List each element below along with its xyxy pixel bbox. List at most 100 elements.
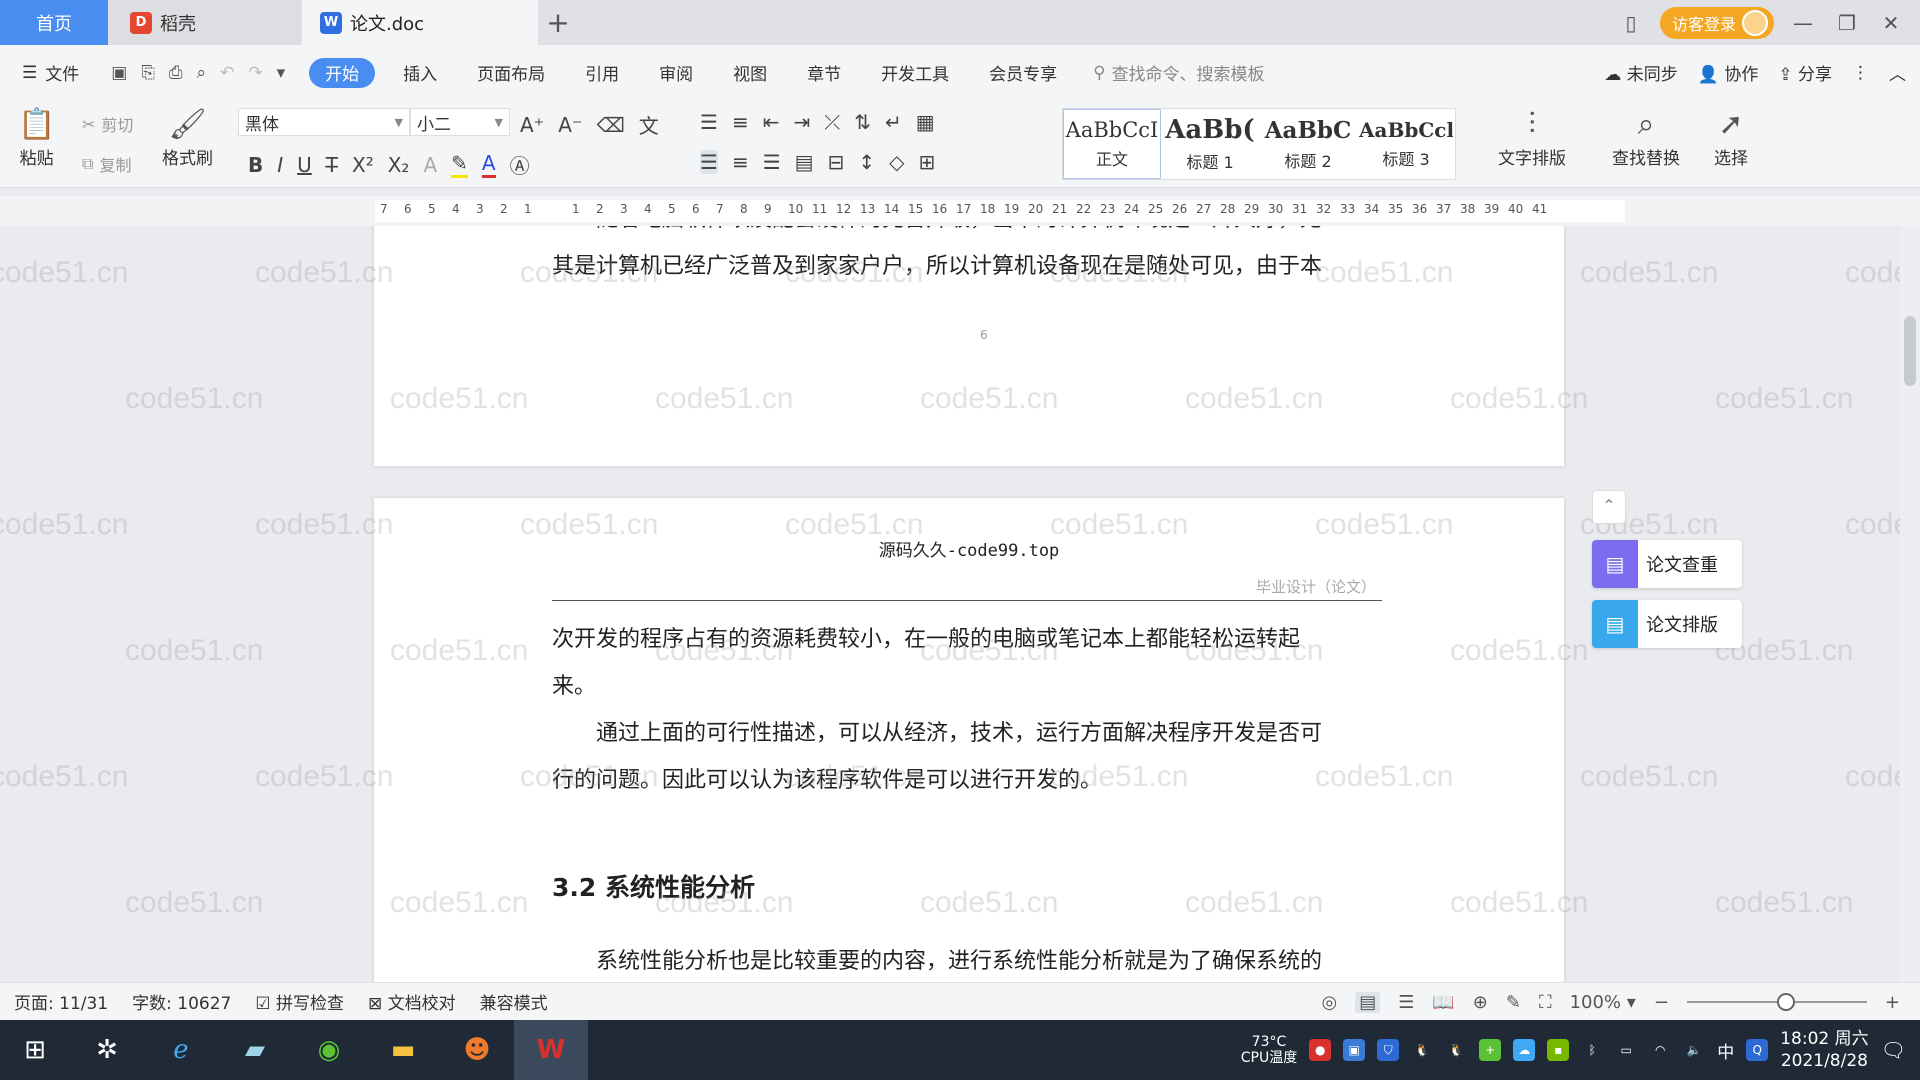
bluetooth-icon[interactable]: ᛒ [1581,1039,1603,1061]
underline-icon[interactable]: U [297,153,312,177]
read-view-icon[interactable]: 📖 [1432,992,1454,1013]
decrease-font-icon[interactable]: A⁻ [558,113,582,137]
bullet-list-icon[interactable]: ☰ [700,110,718,134]
web-view-icon[interactable]: ⊕ [1473,992,1488,1013]
write-view-icon[interactable]: ✎ [1506,992,1521,1013]
clock[interactable]: 18:02 周六 2021/8/28 [1780,1028,1868,1072]
tab-home[interactable]: 首页 [0,0,108,45]
menu-tab-review[interactable]: 审阅 [639,58,713,88]
clear-format-icon[interactable]: ⌫ [597,113,625,137]
more-icon[interactable]: ⋮ [1852,63,1869,83]
spell-check-button[interactable]: ☑ 拼写检查 [255,989,344,1014]
file-explorer-icon[interactable]: ▬ [366,1020,440,1080]
italic-icon[interactable]: I [277,153,283,177]
menu-tab-references[interactable]: 引用 [565,58,639,88]
collab-button[interactable]: 👤 协作 [1698,60,1759,85]
style-normal[interactable]: AaBbCcI 正文 [1063,109,1161,179]
thesis-check-button[interactable]: ▤ 论文查重 [1592,540,1742,588]
zoom-slider[interactable] [1686,993,1867,1011]
eye-protect-icon[interactable]: ◎ [1321,992,1337,1013]
align-left-icon[interactable]: ☰ [700,150,718,174]
shield-icon[interactable]: ⛉ [1377,1039,1400,1061]
bold-icon[interactable]: B [248,153,263,177]
tab-daoke[interactable]: D 稻壳 [110,0,300,45]
collapse-ribbon-icon[interactable]: ︿ [1889,60,1906,85]
line-spacing-icon[interactable]: ↕ [858,150,875,174]
layout-toggle-icon[interactable]: ▯ [1616,11,1646,35]
cpu-temp-widget[interactable]: 73°C CPU温度 [1241,1034,1297,1066]
align-right-icon[interactable]: ☰ [763,150,781,174]
proofread-button[interactable]: ⊠ 文档校对 [368,989,456,1014]
save-icon[interactable]: ▣ [111,63,127,83]
close-button[interactable]: ✕ [1876,11,1906,35]
tray-app-icon[interactable]: ● [1309,1039,1332,1061]
page-view-icon[interactable]: ▤ [1355,991,1381,1013]
borders-icon[interactable]: ⊞ [918,150,935,174]
collapse-panel-button[interactable]: ⌃ [1592,490,1626,524]
print-preview-icon[interactable]: ⌕ [197,63,207,83]
windows-start-icon[interactable]: ⊞ [0,1020,70,1080]
paste-button[interactable]: 📋 粘贴 [18,106,55,169]
font-color-icon[interactable]: A [481,151,496,178]
numbered-list-icon[interactable]: ≡ [732,110,749,134]
text-layout-button[interactable]: ⫶ 文字排版 [1498,106,1566,169]
cut-button[interactable]: ✂ 剪切 [82,112,133,136]
zoom-select[interactable]: 100% ▾ [1570,992,1636,1013]
menu-tab-chapter[interactable]: 章节 [787,58,861,88]
nvidia-icon[interactable]: ▪ [1547,1039,1570,1061]
document-page[interactable]: 随着电脑软件以及配套硬件的完善升级，当下的计算机环境是一片大好，尤 其是计算机已… [374,226,1564,466]
horizontal-ruler[interactable]: 7 6 5 4 3 2 1 1 2 3 4 5 6 7 8 9 10 11 12 13 14 15 16 17 18 19 20 21… [0,196,1920,226]
pinwheel-app-icon[interactable]: ✲ [70,1020,144,1080]
tray-network-app-icon[interactable]: ▣ [1343,1039,1366,1061]
sync-status[interactable]: ☁ 未同步 [1604,60,1677,85]
volume-icon[interactable]: 🔈 [1683,1039,1705,1061]
share-button[interactable]: ⇪ 分享 [1778,60,1832,85]
undo-icon[interactable]: ↶ [220,63,234,83]
font-family-select[interactable]: 黑体 ▼ [238,108,410,136]
file-menu[interactable]: ☰ 文件 [22,60,79,86]
command-search[interactable]: ⚲ 查找命令、搜索模板 [1093,60,1264,86]
redo-icon[interactable]: ↷ [248,63,262,83]
word-count[interactable]: 字数: 10627 [132,989,231,1014]
pinyin-icon[interactable]: 文 [639,110,659,139]
zoom-out-button[interactable]: − [1654,992,1669,1013]
green-browser-icon[interactable]: ◉ [292,1020,366,1080]
new-tab-button[interactable]: + [540,0,576,45]
penguin-icon[interactable]: 🐧 [1411,1039,1433,1061]
media-player-icon[interactable]: ☻ [440,1020,514,1080]
menu-tab-home[interactable]: 开始 [309,57,376,88]
style-heading-1[interactable]: AaBb( 标题 1 [1161,109,1259,179]
wps-office-icon[interactable]: W [514,1020,588,1080]
style-heading-3[interactable]: AaBbCcl 标题 3 [1357,109,1455,179]
document-page[interactable]: 源码久久-code99.top 毕业设计（论文） 次开发的程序占有的资源耗费较小… [374,498,1564,982]
menu-tab-developer[interactable]: 开发工具 [861,58,969,88]
increase-indent-icon[interactable]: ⇥ [793,110,810,134]
ime-indicator[interactable]: 中 [1717,1038,1734,1063]
copy-button[interactable]: ⧉ 复制 [82,152,131,176]
search-tray-icon[interactable]: Q [1746,1039,1769,1061]
decrease-indent-icon[interactable]: ⇤ [763,110,780,134]
distribute-icon[interactable]: ⊟ [828,150,845,174]
chinese-layout-icon[interactable]: ⤫ [824,110,840,134]
plus-tray-icon[interactable]: + [1479,1039,1502,1061]
vertical-scrollbar[interactable] [1900,226,1920,982]
wifi-icon[interactable]: ◠ [1649,1039,1671,1061]
ie-browser-icon[interactable]: ℯ [144,1020,218,1080]
font-size-select[interactable]: 小二 ▼ [410,108,510,136]
select-button[interactable]: ➚ 选择 [1714,106,1748,169]
document-canvas[interactable]: 随着电脑软件以及配套硬件的完善升级，当下的计算机环境是一片大好，尤 其是计算机已… [0,226,1900,982]
menu-tab-view[interactable]: 视图 [713,58,787,88]
tab-document[interactable]: W 论文.doc [302,0,538,45]
print-icon[interactable]: ⎙ [169,63,183,83]
sort-icon[interactable]: ⇅ [854,110,871,134]
subscript-icon[interactable]: X₂ [388,153,410,177]
notification-icon[interactable]: 🗨 [1881,1038,1906,1062]
strikethrough-icon[interactable]: T̶ [326,153,338,177]
penguin-icon[interactable]: 🐧 [1445,1039,1467,1061]
menu-tab-insert[interactable]: 插入 [383,58,457,88]
style-heading-2[interactable]: AaBbC 标题 2 [1259,109,1357,179]
customize-dropdown-icon[interactable]: ▾ [277,63,286,83]
format-painter-button[interactable]: 🖌 格式刷 [162,106,213,169]
notepad-icon[interactable]: ▰ [218,1020,292,1080]
char-border-icon[interactable]: Ⓐ [510,150,530,179]
